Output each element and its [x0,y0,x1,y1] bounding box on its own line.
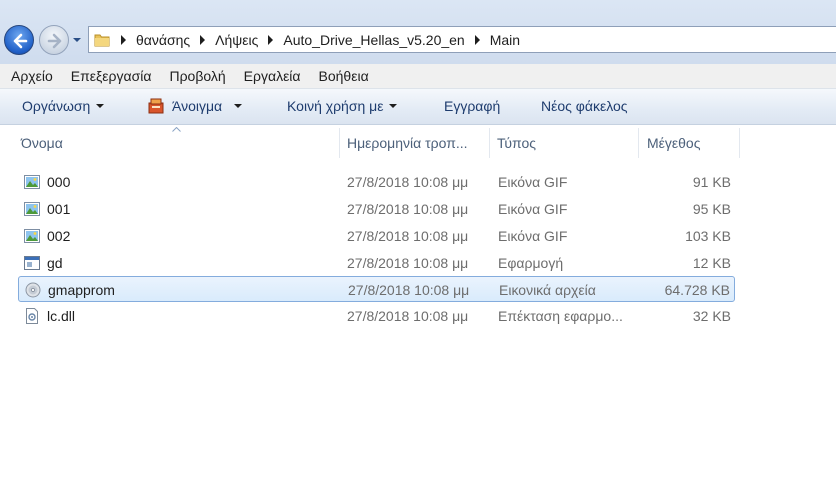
breadcrumb-separator-icon[interactable] [474,34,480,45]
file-type: Εφαρμογή [498,255,564,271]
back-button[interactable] [4,25,34,55]
address-bar[interactable]: θανάσης Λήψεις Auto_Drive_Hellas_v5.20_e… [88,26,836,53]
column-divider[interactable] [739,128,740,158]
forward-button[interactable] [39,25,69,55]
new-folder-label: Νέος φάκελος [541,98,628,114]
file-name: 002 [47,228,71,244]
menu-file[interactable]: Αρχείο [0,68,61,84]
file-type: Εικόνα GIF [498,201,568,217]
column-divider[interactable] [638,128,639,158]
file-row[interactable]: lc.dll 27/8/2018 10:08 μμ Επέκταση εφαρμ… [18,303,735,329]
breadcrumb-item[interactable]: θανάσης [136,32,190,48]
breadcrumb-separator-icon[interactable] [200,34,206,45]
file-date: 27/8/2018 10:08 μμ [348,282,470,298]
open-button[interactable]: Άνοιγμα [148,97,243,115]
column-header-size[interactable]: Μέγεθος [647,126,700,160]
file-name: lc.dll [47,308,76,324]
share-with-button[interactable]: Κοινή χρήση με [287,98,398,114]
menu-view[interactable]: Προβολή [159,68,233,84]
command-bar: Οργάνωση Άνοιγμα Κοινή χρήση με Εγγραφή … [0,89,836,125]
file-size: 32 KB [692,308,731,324]
gif-image-icon [24,229,40,243]
file-name: 001 [47,201,71,217]
breadcrumb-item[interactable]: Main [490,32,520,48]
column-divider[interactable] [489,128,490,158]
burn-button[interactable]: Εγγραφή [444,98,500,114]
file-size: 103 KB [685,228,731,244]
disc-image-icon [25,282,41,298]
gif-image-icon [24,202,40,216]
share-with-label: Κοινή χρήση με [287,98,384,114]
menu-edit[interactable]: Επεξεργασία [61,68,160,84]
chevron-down-icon [389,104,398,108]
breadcrumb-item[interactable]: Λήψεις [215,32,258,48]
file-size: 12 KB [692,255,731,271]
file-date: 27/8/2018 10:08 μμ [347,174,469,190]
organize-button[interactable]: Οργάνωση [22,98,105,114]
open-label: Άνοιγμα [172,98,223,114]
file-name: gd [47,255,63,271]
file-type: Εικόνα GIF [498,228,568,244]
burn-label: Εγγραφή [444,98,501,114]
file-row[interactable]: 000 27/8/2018 10:08 μμ Εικόνα GIF 91 KB [18,169,735,195]
file-type: Εικονικά αρχεία [499,282,596,298]
column-header-date[interactable]: Ημερομηνία τροπ... [347,126,468,160]
column-divider[interactable] [339,128,340,158]
breadcrumb-separator-icon[interactable] [268,34,274,45]
file-type: Επέκταση εφαρμο... [498,308,623,324]
forward-arrow-icon [47,33,62,49]
back-arrow-icon [13,33,28,49]
column-header-row: Όνομα Ημερομηνία τροπ... Τύπος Μέγεθος [0,126,836,160]
navigation-bar: θανάσης Λήψεις Auto_Drive_Hellas_v5.20_e… [0,0,836,64]
breadcrumb-item[interactable]: Auto_Drive_Hellas_v5.20_en [283,32,464,48]
menu-tools[interactable]: Εργαλεία [234,68,309,84]
breadcrumb-separator-icon[interactable] [121,34,126,45]
folder-icon [94,34,110,46]
file-row[interactable]: gd 27/8/2018 10:08 μμ Εφαρμογή 12 KB [18,250,735,276]
organize-label: Οργάνωση [22,98,91,114]
menu-bar: Αρχείο Επεξεργασία Προβολή Εργαλεία Βοήθ… [0,64,836,89]
chevron-down-icon [234,104,243,108]
disc-mount-icon [148,98,164,114]
file-date: 27/8/2018 10:08 μμ [347,308,469,324]
file-size: 91 KB [692,174,731,190]
application-icon [24,256,40,270]
breadcrumb: θανάσης Λήψεις Auto_Drive_Hellas_v5.20_e… [117,32,526,48]
file-size: 64.728 KB [664,282,730,298]
new-folder-button[interactable]: Νέος φάκελος [541,98,628,114]
recent-pages-dropdown-icon[interactable] [72,37,82,43]
file-name: 000 [47,174,71,190]
file-date: 27/8/2018 10:08 μμ [347,201,469,217]
file-date: 27/8/2018 10:08 μμ [347,228,469,244]
column-header-name[interactable]: Όνομα [21,126,63,160]
menu-help[interactable]: Βοήθεια [309,68,377,84]
gif-image-icon [24,175,40,189]
file-row-selected[interactable]: gmapprom 27/8/2018 10:08 μμ Εικονικά αρχ… [18,276,735,302]
file-row[interactable]: 001 27/8/2018 10:08 μμ Εικόνα GIF 95 KB [18,196,735,222]
file-row[interactable]: 002 27/8/2018 10:08 μμ Εικόνα GIF 103 KB [18,223,735,249]
column-header-type[interactable]: Τύπος [497,126,536,160]
file-date: 27/8/2018 10:08 μμ [347,255,469,271]
chevron-down-icon [96,104,105,108]
file-size: 95 KB [692,201,731,217]
dll-file-icon [26,308,38,324]
file-name: gmapprom [48,282,115,298]
file-type: Εικόνα GIF [498,174,568,190]
